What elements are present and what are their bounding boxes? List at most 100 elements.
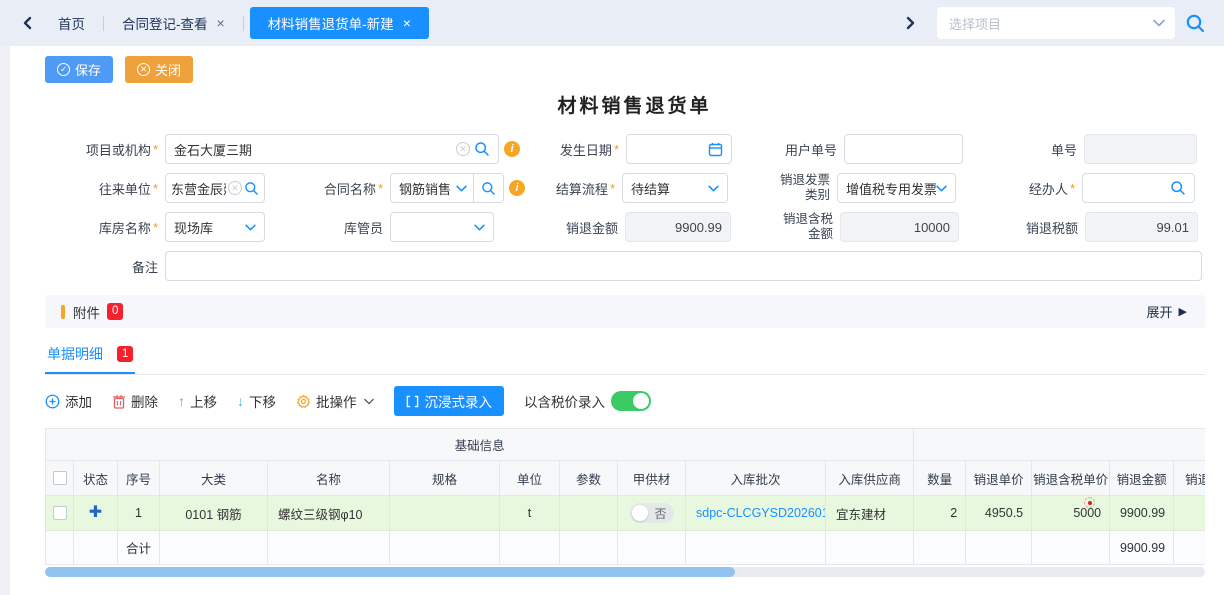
tab-bar: 首页 合同登记-查看 × 材料销售退货单-新建 × 选择项目 [0,0,1224,46]
tab-contract-view[interactable]: 合同登记-查看 × [104,0,243,46]
cell-price[interactable]: 4950.5 [966,496,1032,531]
tab-home[interactable]: 首页 [40,0,103,46]
doc-no-label: 单号 [963,140,1084,159]
immersive-entry-button[interactable]: 沉浸式录入 [394,386,505,416]
row-add-icon[interactable]: ✚ [89,504,102,521]
warehouse-keeper-select[interactable] [390,212,494,242]
project-field[interactable]: 金石大厦三期 ✕ [165,134,499,164]
cell-param[interactable] [560,496,618,531]
remark-field[interactable] [165,251,1202,281]
detail-count-badge: 1 [117,346,133,363]
table-header-row: 状态 序号 大类 名称 规格 单位 参数 甲供材 入库批次 入库供应商 数量 销… [46,461,1206,496]
info-icon[interactable]: i [509,180,525,196]
search-icon[interactable] [473,174,503,202]
invoice-type-select[interactable]: 增值税专用发票 [837,173,956,203]
tabs-scroll-left-icon[interactable] [14,10,40,36]
move-down-label: 下移 [249,391,276,411]
search-icon[interactable] [1170,180,1186,196]
cell-amount-tax[interactable]: 10000 [1174,496,1205,531]
col-unit: 单位 [500,461,560,496]
close-tab-icon[interactable]: × [217,16,225,30]
tab-material-return-new[interactable]: 材料销售退货单-新建 × [250,7,429,39]
row-checkbox[interactable] [53,506,67,520]
cell-category[interactable]: 0101 钢筋 [160,496,268,531]
add-label: 添加 [65,391,92,411]
attachments-label: 附件 [73,302,100,322]
table-row: ✚ 1 0101 钢筋 螺纹三级钢φ10 t 否 sdpc-CLCGYSD202… [46,496,1206,531]
cell-spec[interactable] [390,496,500,531]
cell-name[interactable]: 螺纹三级钢φ10 [268,496,390,531]
owner-supplied-toggle[interactable]: 否 [630,503,674,523]
project-select-placeholder: 选择项目 [949,14,1153,33]
cell-unit[interactable]: t [500,496,560,531]
doc-no-field [1084,134,1197,164]
move-up-label: 上移 [190,391,217,411]
inbound-batch-link[interactable]: sdpc-CLCGYSD2026010 [696,506,826,520]
plus-circle-icon [45,394,60,409]
move-down-button[interactable]: ↓ 下移 [237,391,276,411]
close-button[interactable]: ✕ 关闭 [125,56,193,83]
counterparty-field[interactable]: 东营金辰建 ✕ [165,173,265,203]
expand-button[interactable]: 展开 ▶ [1147,302,1187,321]
col-qty: 数量 [914,461,966,496]
batch-label: 批操作 [316,391,357,411]
col-param: 参数 [560,461,618,496]
warehouse-select[interactable]: 现场库 [165,212,265,242]
contract-field[interactable]: 钢筋销售 [390,173,504,203]
cell-amount[interactable]: 9900.99 [1110,496,1174,531]
return-amount-tax-label: 销退含税金额 [731,212,840,242]
col-amount-tax: 销退含税金额 [1174,461,1205,496]
date-field[interactable] [626,134,732,164]
return-amount-tax-field: 10000 [840,212,959,242]
chevron-down-icon[interactable] [456,185,467,192]
warehouse-value: 现场库 [174,218,245,237]
user-no-field[interactable] [844,134,963,164]
chevron-down-icon [474,224,485,231]
chevron-down-icon [364,398,374,405]
settlement-select[interactable]: 待结算 [622,173,728,203]
invoice-type-label: 销退发票类别 [728,173,837,203]
clear-icon[interactable]: ✕ [228,181,242,195]
tab-separator [243,16,244,31]
search-icon[interactable] [244,181,259,196]
tabs-scroll-right-icon[interactable] [897,10,923,36]
save-button[interactable]: ✓ 保存 [45,56,113,83]
batch-actions-button[interactable]: 批操作 [296,391,374,411]
tab-detail-lines[interactable]: 单据明细 1 [45,342,135,374]
move-up-button[interactable]: ↑ 上移 [178,391,217,411]
col-amount: 销退金额 [1110,461,1174,496]
total-label: 合计 [118,531,160,565]
select-all-checkbox[interactable] [53,471,67,485]
remark-label: 备注 [45,257,165,276]
global-search-icon[interactable] [1185,13,1206,34]
horizontal-scrollbar[interactable] [45,567,1205,577]
clear-icon[interactable]: ✕ [456,142,470,156]
close-tab-icon[interactable]: × [403,16,411,30]
form-page: ✓ 保存 ✕ 关闭 材料销售退货单 项目或机构* 金石大厦三期 ✕ i 发生日期… [10,46,1224,595]
calendar-icon[interactable] [708,142,723,157]
cell-qty[interactable]: 2 [914,496,966,531]
tab-home-label: 首页 [58,13,85,33]
attachments-section[interactable]: 附件 0 展开 ▶ [45,295,1205,328]
contract-label: 合同名称* [265,179,390,198]
info-icon[interactable]: i [504,141,520,157]
search-icon[interactable] [474,141,490,157]
tab-detail-lines-label: 单据明细 [47,344,103,364]
return-amount-field: 9900.99 [625,212,731,242]
fullscreen-brackets-icon [406,395,419,408]
add-row-button[interactable]: 添加 [45,391,92,411]
immersive-entry-label: 沉浸式录入 [425,391,493,411]
check-circle-icon: ✓ [57,63,70,76]
delete-row-button[interactable]: 删除 [112,391,158,411]
cell-price-tax[interactable]: 5000 [1032,496,1110,531]
scrollbar-thumb[interactable] [45,567,735,577]
arrow-down-icon: ↓ [237,393,244,409]
handler-field[interactable] [1082,173,1195,203]
warehouse-keeper-label: 库管员 [265,218,390,237]
total-amount-tax: 10000 [1174,531,1205,565]
contract-value: 钢筋销售 [399,179,456,198]
project-select[interactable]: 选择项目 [937,7,1175,39]
tax-entry-toggle[interactable] [611,391,651,411]
cell-supplier[interactable]: 宜东建材 [826,496,914,531]
col-category: 大类 [160,461,268,496]
